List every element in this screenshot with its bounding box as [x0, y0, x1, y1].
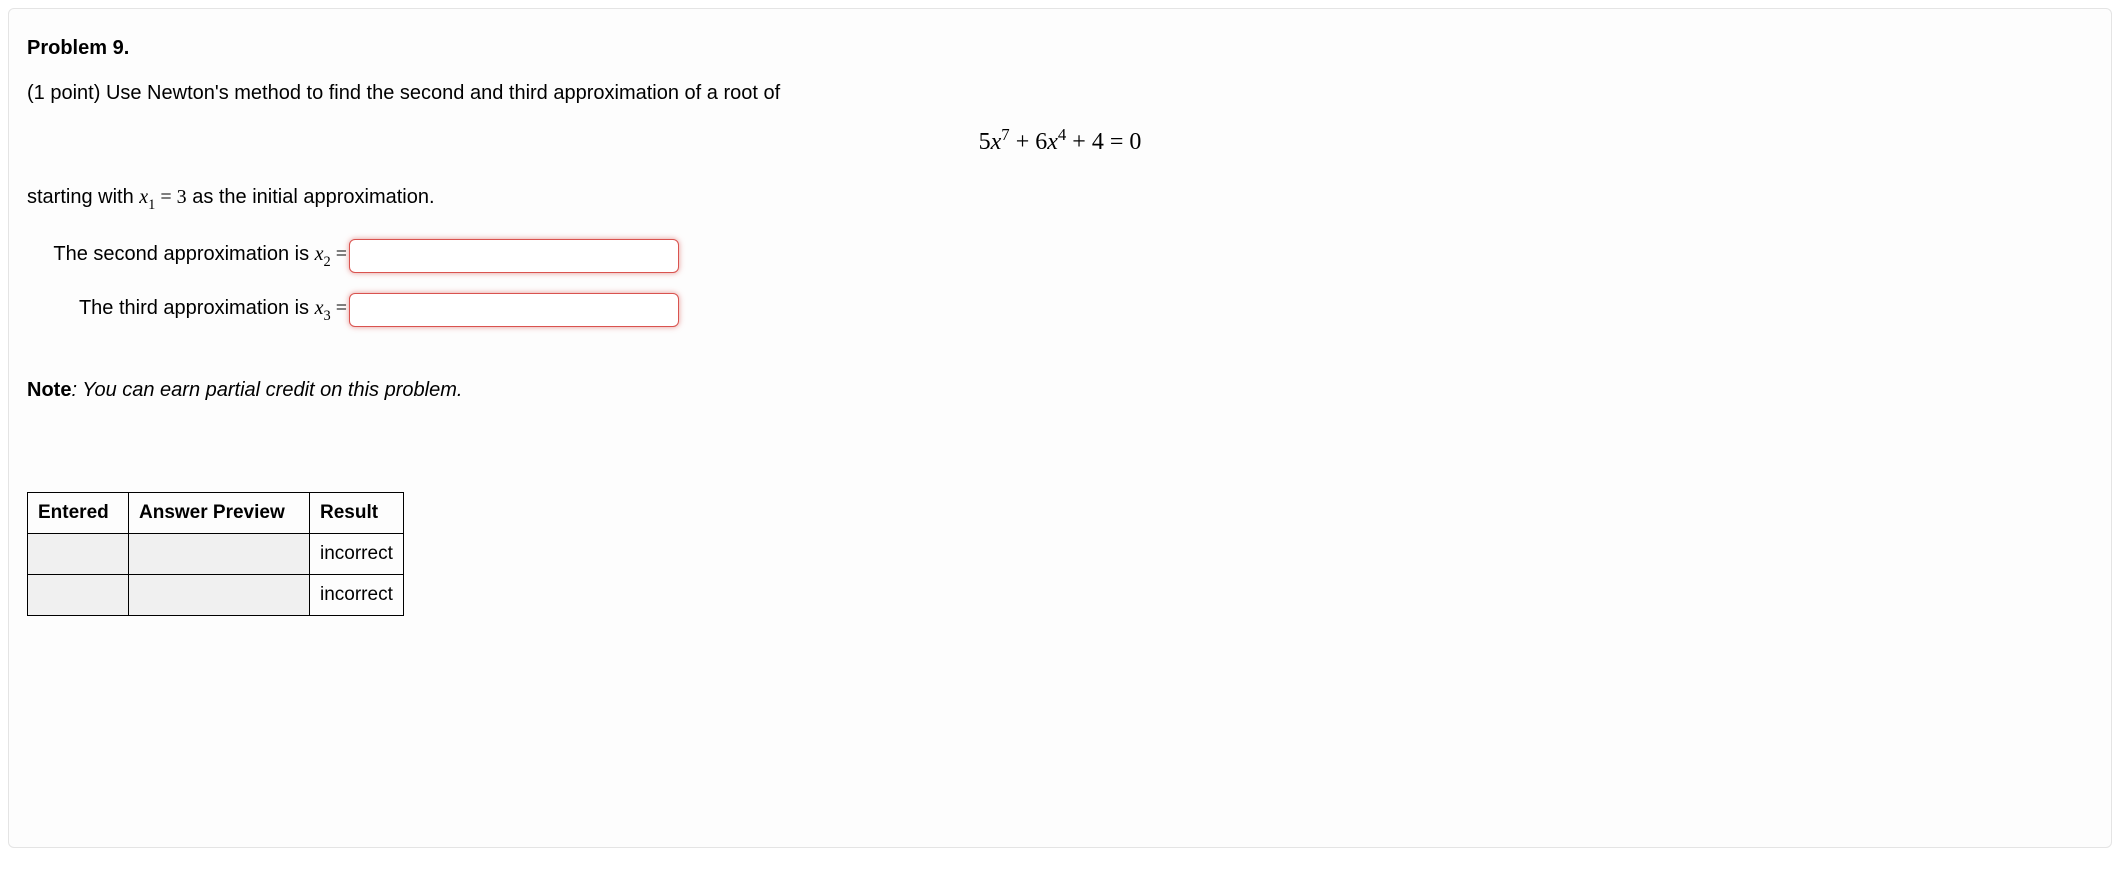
problem-container: Problem 9. (1 point) Use Newton's method…: [8, 8, 2112, 848]
x3-input[interactable]: [349, 293, 679, 327]
label-var-x3: x: [315, 297, 324, 319]
table-row: incorrect: [28, 575, 404, 616]
prompt-text: Use Newton's method to find the second a…: [106, 82, 780, 104]
note-label: Note: [27, 379, 71, 401]
starting-sub: 1: [148, 197, 155, 213]
answer-rows: The second approximation is x2 = The thi…: [27, 239, 679, 347]
note-line: Note: You can earn partial credit on thi…: [27, 379, 2093, 402]
label-eq-x3: =: [331, 297, 347, 319]
starting-var: x: [139, 186, 148, 208]
label-sub-x3: 3: [324, 308, 331, 324]
header-result: Result: [310, 493, 404, 534]
cell-result: incorrect: [310, 575, 404, 616]
starting-mid: = 3: [155, 186, 186, 208]
label-var-x2: x: [315, 243, 324, 265]
results-header-row: Entered Answer Preview Result: [28, 493, 404, 534]
problem-title: Problem 9.: [27, 37, 2093, 60]
points-prefix: (1 point): [27, 82, 106, 104]
starting-suffix: as the initial approximation.: [187, 186, 435, 208]
cell-entered: [28, 534, 129, 575]
equation: 5x7 + 6x4 + 4 = 0: [27, 125, 2093, 156]
cell-entered: [28, 575, 129, 616]
answer-row-x3: The third approximation is x3 =: [27, 293, 679, 327]
answer-row-x2: The second approximation is x2 =: [27, 239, 679, 273]
starting-line: starting with x1 = 3 as the initial appr…: [27, 186, 2093, 213]
x2-input[interactable]: [349, 239, 679, 273]
header-preview: Answer Preview: [129, 493, 310, 534]
starting-prefix: starting with: [27, 186, 139, 208]
table-row: incorrect: [28, 534, 404, 575]
note-text: : You can earn partial credit on this pr…: [71, 379, 462, 401]
problem-prompt: (1 point) Use Newton's method to find th…: [27, 82, 2093, 105]
label-prefix-x3: The third approximation is: [79, 297, 315, 319]
label-sub-x2: 2: [324, 254, 331, 270]
cell-preview: [129, 534, 310, 575]
results-table: Entered Answer Preview Result incorrect …: [27, 492, 404, 616]
answer-label-x3: The third approximation is x3 =: [27, 297, 349, 324]
cell-result: incorrect: [310, 534, 404, 575]
label-prefix-x2: The second approximation is: [53, 243, 314, 265]
header-entered: Entered: [28, 493, 129, 534]
cell-preview: [129, 575, 310, 616]
answer-label-x2: The second approximation is x2 =: [27, 243, 349, 270]
label-eq-x2: =: [331, 243, 347, 265]
